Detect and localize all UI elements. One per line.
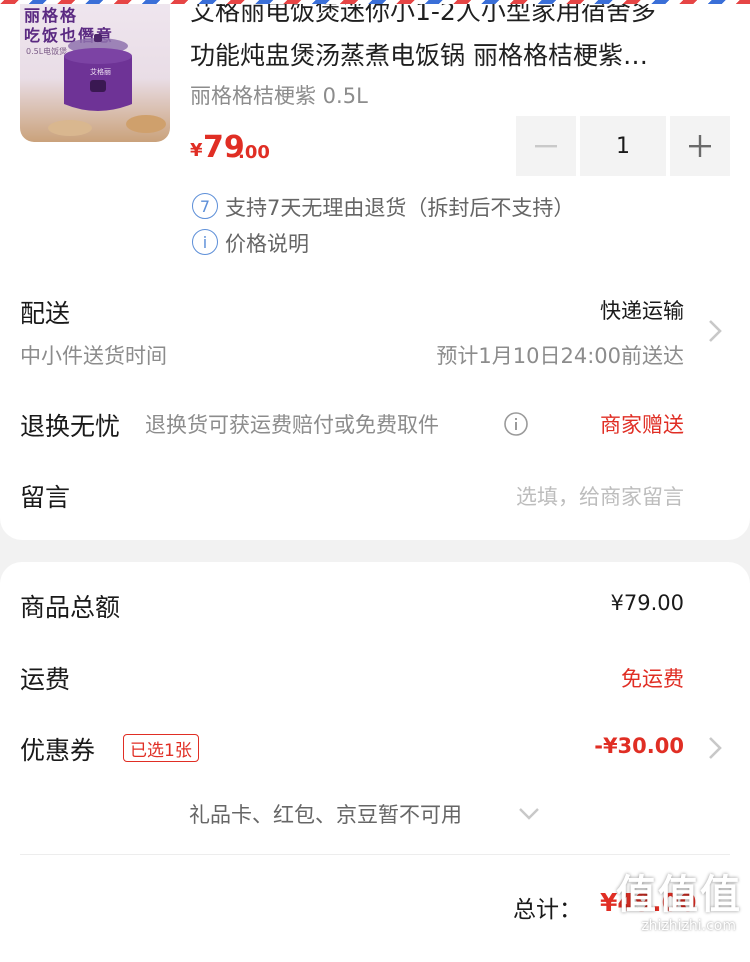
coupon-selected-badge: 已选1张 [123, 734, 199, 762]
airmail-border [0, 0, 750, 4]
price-note-link[interactable]: 价格说明 [225, 228, 309, 258]
price-currency: ¥ [190, 140, 203, 161]
watermark-logo: 值值值 [616, 872, 742, 918]
total-label: 总计： [513, 897, 582, 923]
delivery-time-label: 中小件送货时间 [20, 344, 167, 368]
product-title-line1[interactable]: 艾格丽电饭煲迷你小1-2人小型家用宿舍多 [190, 0, 656, 28]
coupon-label: 优惠券 [20, 736, 96, 765]
return-worry-value: 商家赠送 [600, 413, 684, 437]
goods-total-label: 商品总额 [20, 593, 121, 622]
return-policy-text[interactable]: 支持7天无理由退货（拆封后不支持） [225, 192, 574, 222]
coupon-value: -¥30.00 [594, 734, 684, 758]
delivery-estimate: 预计1月10日24:00前送达 [436, 344, 684, 368]
gift-note: 礼品卡、红包、京豆暂不可用 [189, 803, 462, 827]
return-worry-label: 退换无忧 [20, 412, 121, 441]
shipping-label: 运费 [20, 665, 71, 694]
product-variant[interactable]: 丽格格桔梗紫 0.5L [190, 80, 368, 110]
chevron-right-icon [709, 320, 722, 342]
message-label: 留言 [20, 483, 71, 512]
decrease-quantity-button[interactable] [516, 116, 576, 176]
watermark-url: zhizhizhi.com [641, 918, 736, 934]
minus-icon [535, 145, 557, 148]
product-thumbnail[interactable]: 丽格格 吃饭也僭意 0.5L电饭煲 艾格丽 [20, 0, 170, 142]
product-title-line2[interactable]: 功能炖盅煲汤蒸煮电饭锅 丽格格桔梗紫… [190, 36, 648, 72]
delivery-method: 快递运输 [600, 299, 684, 323]
rice-cooker-image: 艾格丽 [48, 34, 166, 136]
price-decimal: .00 [238, 142, 270, 163]
svg-text:艾格丽: 艾格丽 [90, 67, 111, 76]
goods-total-value: ¥79.00 [610, 591, 684, 615]
plus-icon [689, 135, 711, 157]
summary-divider [20, 854, 730, 855]
info-icon: i [192, 229, 218, 255]
info-circle-icon[interactable] [503, 411, 529, 437]
chevron-right-icon [709, 737, 722, 759]
message-input[interactable]: 选填，给商家留言 [516, 481, 684, 511]
quantity-input[interactable]: 1 [580, 116, 666, 176]
return-worry-desc: 退换货可获运费赔付或免费取件 [145, 413, 439, 437]
increase-quantity-button[interactable] [670, 116, 730, 176]
shipping-value: 免运费 [621, 667, 684, 691]
order-item-card: 丽格格 吃饭也僭意 0.5L电饭煲 艾格丽 艾格丽电饭煲迷你小1-2人小型家用宿… [0, 0, 750, 540]
chevron-down-icon [519, 808, 539, 820]
delivery-label: 配送 [20, 299, 71, 328]
seven-day-return-icon: 7 [192, 193, 218, 219]
